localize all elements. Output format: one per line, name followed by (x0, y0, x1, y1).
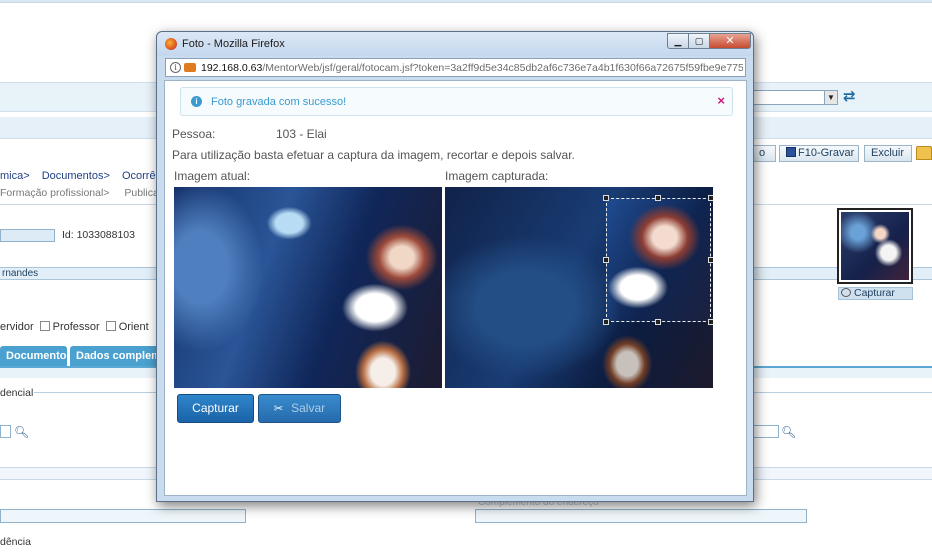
record-id: Id: 1033088103 (62, 229, 135, 241)
url-text[interactable]: 192.168.0.63/MentorWeb/jsf/geral/fotocam… (201, 62, 743, 74)
success-alert: i Foto gravada com sucesso! × (180, 87, 733, 116)
crop-handle-right[interactable] (708, 257, 713, 263)
person-photo (837, 208, 913, 284)
tab-dados-complementares[interactable]: Dados complem (70, 346, 160, 366)
save-photo-button[interactable]: ✂ Salvar (258, 394, 341, 423)
crop-selection[interactable] (603, 195, 713, 325)
scissors-icon: ✂ (273, 403, 284, 415)
checkbox-label-servidor: ervidor (0, 321, 34, 333)
checkbox-label-orientador: Orient (118, 321, 149, 333)
checkbox-professor[interactable] (39, 321, 50, 331)
toolbar-partial-button[interactable]: o (752, 145, 776, 162)
address-input[interactable] (0, 509, 246, 523)
save-photo-label: Salvar (291, 401, 326, 415)
submenu: Formação profissional> Publica (0, 187, 171, 199)
tab-documentos[interactable]: Documentos (0, 346, 73, 366)
crop-handle-top-right[interactable] (708, 195, 713, 201)
url-host: 192.168.0.63 (201, 62, 263, 74)
captured-image-label: Imagem capturada: (445, 169, 549, 183)
chevron-down-icon[interactable]: ▼ (824, 91, 837, 104)
instructions-text: Para utilização basta efetuar a captura … (172, 148, 575, 162)
menu-item[interactable]: mica> (0, 170, 30, 182)
capture-button[interactable]: Capturar (177, 394, 254, 423)
checkbox-orientador[interactable] (105, 321, 116, 331)
captured-image[interactable] (445, 187, 713, 388)
firefox-icon (165, 38, 177, 50)
current-image (174, 187, 442, 388)
search-icon[interactable]: 🔍︎ (781, 425, 796, 439)
app-top-border (0, 0, 932, 3)
webcam-icon (841, 288, 851, 297)
form-band (0, 467, 160, 480)
cep-input[interactable] (0, 425, 11, 438)
header-select[interactable]: ▼ (752, 90, 838, 105)
save-button[interactable]: F10-Gravar (779, 145, 859, 162)
crop-handle-top[interactable] (655, 195, 661, 201)
complemento-input[interactable] (475, 509, 807, 523)
open-capture-label: Capturar (854, 287, 895, 299)
menu-item[interactable]: Ocorrê (122, 170, 156, 182)
breadcrumb-menu: mica> Documentos> Ocorrê (0, 170, 165, 182)
crop-handle-left[interactable] (603, 257, 609, 263)
current-image-label: Imagem atual: (174, 169, 251, 183)
info-icon[interactable]: i (170, 62, 181, 73)
maximize-button[interactable]: ▢ (688, 33, 710, 49)
code-input[interactable] (0, 229, 55, 242)
folder-icon[interactable] (916, 146, 932, 160)
person-photo-image (841, 212, 909, 280)
minimize-button[interactable]: ▁ (667, 33, 689, 49)
lookup-input[interactable] (752, 425, 779, 438)
alert-message: Foto gravada com sucesso! (211, 96, 347, 108)
save-button-label: F10-Gravar (798, 147, 855, 159)
delete-button[interactable]: Excluir (864, 145, 912, 162)
search-icon[interactable]: 🔍︎ (14, 425, 29, 439)
crop-handle-bottom-right[interactable] (708, 319, 713, 325)
role-checkboxes: ervidor Professor Orient (0, 321, 149, 333)
floppy-icon (786, 147, 796, 157)
url-path: /MentorWeb/jsf/geral/fotocam.jsf?token=3… (262, 62, 743, 74)
camera-icon[interactable] (184, 63, 196, 72)
fieldset-label: dencial (0, 387, 34, 399)
crop-handle-top-left[interactable] (603, 195, 609, 201)
fieldset-border-right (752, 392, 932, 393)
popup-content: i Foto gravada com sucesso! × Pessoa: 10… (164, 80, 747, 496)
submenu-item-formacao[interactable]: Formação profissional> (0, 187, 109, 199)
residencia-label: dência (0, 536, 31, 548)
open-capture-button[interactable]: Capturar (838, 287, 913, 300)
menu-item-documentos[interactable]: Documentos> (42, 170, 110, 182)
crop-handle-bottom[interactable] (655, 319, 661, 325)
info-circle-icon: i (191, 96, 202, 107)
pessoa-label: Pessoa: (172, 127, 216, 141)
photo-popup-window: Foto - Mozilla Firefox ▁ ▢ ✕ i 192.168.0… (156, 31, 754, 502)
swap-arrows-icon[interactable]: ⇄ (843, 87, 856, 105)
window-titlebar[interactable]: Foto - Mozilla Firefox ▁ ▢ ✕ (157, 32, 753, 56)
form-band-right (752, 467, 932, 480)
crop-handle-bottom-left[interactable] (603, 319, 609, 325)
person-name-bar: rnandes (0, 267, 160, 280)
pessoa-value: 103 - Elai (276, 127, 327, 141)
fieldset-border (34, 392, 160, 393)
url-bar[interactable]: i 192.168.0.63/MentorWeb/jsf/geral/fotoc… (165, 58, 746, 77)
alert-close-icon[interactable]: × (717, 93, 725, 108)
checkbox-label-professor: Professor (52, 321, 100, 333)
window-title: Foto - Mozilla Firefox (182, 38, 285, 50)
submenu-item-publica[interactable]: Publica (124, 187, 158, 199)
close-window-button[interactable]: ✕ (709, 33, 751, 49)
